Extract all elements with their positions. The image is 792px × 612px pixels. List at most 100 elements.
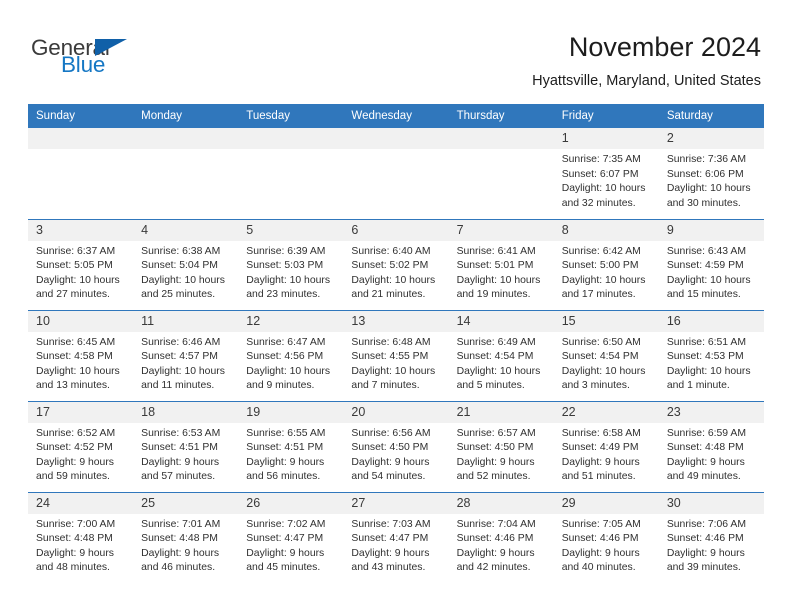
sunset-text: Sunset: 4:50 PM (456, 442, 534, 454)
calendar-day-cell[interactable]: 7 Sunrise: 6:41 AM Sunset: 5:01 PM Daylight… (448, 219, 554, 310)
day-number: 30 (658, 492, 764, 514)
calendar-day-cell[interactable]: 25 Sunrise: 7:01 AM Sunset: 4:48 PM Dayligh… (133, 492, 239, 583)
calendar-day-cell[interactable]: 1 Sunrise: 7:35 AM Sunset: 6:07 PM Daylight… (553, 128, 659, 219)
day-number: 27 (343, 492, 449, 514)
day-number: 29 (553, 492, 659, 514)
sunset-text: Sunset: 4:55 PM (351, 351, 429, 363)
calendar-day-cell[interactable]: 29 Sunrise: 7:05 AM Sunset: 4:46 PM Dayligh… (553, 492, 659, 583)
day-number: 18 (133, 401, 239, 423)
sunrise-text: Sunrise: 6:39 AM (246, 245, 326, 257)
sunrise-text: Sunrise: 6:49 AM (456, 336, 536, 348)
calendar-header-row: Sunday Monday Tuesday Wednesday Thursday… (28, 104, 764, 128)
sunset-text: Sunset: 4:59 PM (666, 260, 744, 272)
calendar-day-cell[interactable]: 5 Sunrise: 6:39 AM Sunset: 5:03 PM Daylight… (238, 219, 344, 310)
calendar-day-cell[interactable]: 28 Sunrise: 7:04 AM Sunset: 4:46 PM Dayligh… (448, 492, 554, 583)
calendar-day-cell-empty (238, 128, 344, 219)
day-number: 19 (238, 401, 344, 423)
general-blue-logo[interactable]: General Blue (31, 36, 221, 82)
day-number: 12 (238, 310, 344, 332)
sunrise-text: Sunrise: 7:02 AM (246, 518, 326, 530)
day-sun-info: Sunrise: 7:03 AM Sunset: 4:47 PM Daylight:… (343, 514, 448, 576)
day-sun-info: Sunrise: 6:38 AM Sunset: 5:04 PM Daylight:… (133, 241, 238, 303)
calendar-day-cell[interactable]: 17 Sunrise: 6:52 AM Sunset: 4:52 PM Dayligh… (28, 401, 134, 492)
day-number: 9 (658, 219, 764, 241)
calendar-day-cell[interactable]: 3 Sunrise: 6:37 AM Sunset: 5:05 PM Daylight… (28, 219, 134, 310)
day-number: 20 (343, 401, 449, 423)
sunset-text: Sunset: 4:48 PM (141, 533, 218, 545)
daylight-text: Daylight: 9 hours and 46 minutes. (141, 547, 220, 574)
day-sun-info: Sunrise: 6:47 AM Sunset: 4:56 PM Daylight:… (238, 332, 343, 394)
weekday-header-sunday: Sunday (28, 104, 134, 128)
daylight-text: Daylight: 10 hours and 30 minutes. (666, 183, 751, 209)
calendar-day-cell[interactable]: 9 Sunrise: 6:43 AM Sunset: 4:59 PM Daylight… (658, 219, 764, 310)
day-number: 23 (658, 401, 764, 423)
sunrise-text: Sunrise: 6:55 AM (246, 427, 326, 439)
day-sun-info: Sunrise: 6:59 AM Sunset: 4:48 PM Daylight:… (659, 423, 764, 485)
calendar-day-cell-empty (28, 128, 134, 219)
day-number: 13 (343, 310, 449, 332)
sunrise-text: Sunrise: 6:50 AM (561, 336, 641, 348)
day-sun-info: Sunrise: 6:46 AM Sunset: 4:57 PM Daylight:… (133, 332, 238, 394)
calendar-day-cell[interactable]: 15 Sunrise: 6:50 AM Sunset: 4:54 PM Dayligh… (553, 310, 659, 401)
day-number: 5 (238, 219, 344, 241)
calendar-day-cell[interactable]: 10 Sunrise: 6:45 AM Sunset: 4:58 PM Dayligh… (28, 310, 134, 401)
calendar-day-cell[interactable]: 22 Sunrise: 6:58 AM Sunset: 4:49 PM Dayligh… (553, 401, 659, 492)
sunrise-text: Sunrise: 6:37 AM (36, 245, 116, 257)
sunrise-text: Sunrise: 6:53 AM (141, 427, 221, 439)
day-number: 7 (448, 219, 554, 241)
daylight-text: Daylight: 10 hours and 32 minutes. (561, 183, 646, 209)
sunrise-text: Sunrise: 7:01 AM (141, 518, 221, 530)
sunrise-text: Sunrise: 6:57 AM (456, 427, 536, 439)
day-sun-info: Sunrise: 6:49 AM Sunset: 4:54 PM Daylight:… (449, 332, 554, 394)
calendar-day-cell[interactable]: 20 Sunrise: 6:56 AM Sunset: 4:50 PM Dayligh… (343, 401, 449, 492)
day-sun-info: Sunrise: 6:55 AM Sunset: 4:51 PM Daylight:… (238, 423, 343, 485)
sunrise-text: Sunrise: 6:56 AM (351, 427, 431, 439)
sunrise-sunset-calendar-table: Sunday Monday Tuesday Wednesday Thursday… (28, 104, 764, 583)
daylight-text: Daylight: 9 hours and 43 minutes. (351, 547, 430, 574)
calendar-day-cell[interactable]: 11 Sunrise: 6:46 AM Sunset: 4:57 PM Dayligh… (133, 310, 239, 401)
day-sun-info: Sunrise: 7:36 AM Sunset: 6:06 PM Daylight:… (659, 149, 764, 211)
day-number: 24 (28, 492, 134, 514)
sunrise-text: Sunrise: 7:03 AM (351, 518, 431, 530)
calendar-day-cell[interactable]: 2 Sunrise: 7:36 AM Sunset: 6:06 PM Daylight… (658, 128, 764, 219)
calendar-day-cell[interactable]: 19 Sunrise: 6:55 AM Sunset: 4:51 PM Dayligh… (238, 401, 344, 492)
page-title: November 2024 (568, 32, 761, 62)
day-sun-info: Sunrise: 7:04 AM Sunset: 4:46 PM Daylight:… (449, 514, 554, 576)
sunrise-text: Sunrise: 7:00 AM (36, 518, 116, 530)
sunset-text: Sunset: 6:06 PM (666, 168, 744, 180)
calendar-day-cell[interactable]: 12 Sunrise: 6:47 AM Sunset: 4:56 PM Dayligh… (238, 310, 344, 401)
day-sun-info: Sunrise: 6:45 AM Sunset: 4:58 PM Daylight:… (28, 332, 133, 394)
weekday-header-friday: Friday (553, 104, 659, 128)
day-number: 4 (133, 219, 239, 241)
title-block: November 2024 Hyattsville, Maryland, Uni… (532, 30, 761, 92)
sunset-text: Sunset: 4:48 PM (36, 533, 113, 545)
calendar-day-cell[interactable]: 13 Sunrise: 6:48 AM Sunset: 4:55 PM Dayligh… (343, 310, 449, 401)
day-number: 3 (28, 219, 134, 241)
daylight-text: Daylight: 9 hours and 54 minutes. (351, 456, 430, 483)
calendar-day-cell[interactable]: 30 Sunrise: 7:06 AM Sunset: 4:46 PM Dayligh… (658, 492, 764, 583)
sunrise-text: Sunrise: 7:05 AM (561, 518, 641, 530)
day-sun-info: Sunrise: 7:02 AM Sunset: 4:47 PM Daylight:… (238, 514, 343, 576)
sunrise-text: Sunrise: 7:04 AM (456, 518, 536, 530)
sunset-text: Sunset: 4:54 PM (561, 351, 639, 363)
day-number: 14 (448, 310, 554, 332)
calendar-day-cell[interactable]: 8 Sunrise: 6:42 AM Sunset: 5:00 PM Daylight… (553, 219, 659, 310)
sunrise-text: Sunrise: 6:45 AM (36, 336, 116, 348)
calendar-day-cell[interactable]: 24 Sunrise: 7:00 AM Sunset: 4:48 PM Dayligh… (28, 492, 134, 583)
calendar-day-cell[interactable]: 23 Sunrise: 6:59 AM Sunset: 4:48 PM Dayligh… (658, 401, 764, 492)
daylight-text: Daylight: 10 hours and 7 minutes. (351, 365, 436, 392)
daylight-text: Daylight: 10 hours and 21 minutes. (351, 274, 436, 301)
calendar-body: 1 Sunrise: 7:35 AM Sunset: 6:07 PM Daylight… (28, 128, 764, 583)
day-sun-info: Sunrise: 6:56 AM Sunset: 4:50 PM Daylight:… (343, 423, 448, 485)
calendar-day-cell[interactable]: 21 Sunrise: 6:57 AM Sunset: 4:50 PM Dayligh… (448, 401, 554, 492)
calendar-day-cell[interactable]: 26 Sunrise: 7:02 AM Sunset: 4:47 PM Dayligh… (238, 492, 344, 583)
calendar-day-cell[interactable]: 6 Sunrise: 6:40 AM Sunset: 5:02 PM Daylight… (343, 219, 449, 310)
calendar-day-cell[interactable]: 4 Sunrise: 6:38 AM Sunset: 5:04 PM Daylight… (133, 219, 239, 310)
calendar-page: General Blue November 2024 Hyattsville, … (0, 0, 792, 612)
calendar-day-cell[interactable]: 27 Sunrise: 7:03 AM Sunset: 4:47 PM Dayligh… (343, 492, 449, 583)
calendar-day-cell[interactable]: 16 Sunrise: 6:51 AM Sunset: 4:53 PM Dayligh… (658, 310, 764, 401)
sunset-text: Sunset: 4:57 PM (141, 351, 218, 363)
day-sun-info: Sunrise: 6:37 AM Sunset: 5:05 PM Daylight:… (28, 241, 133, 303)
calendar-day-cell[interactable]: 14 Sunrise: 6:49 AM Sunset: 4:54 PM Dayligh… (448, 310, 554, 401)
calendar-day-cell[interactable]: 18 Sunrise: 6:53 AM Sunset: 4:51 PM Dayligh… (133, 401, 239, 492)
